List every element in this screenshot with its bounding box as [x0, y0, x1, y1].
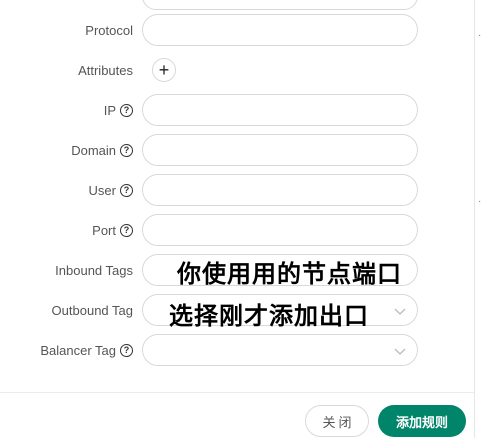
previous-field-input[interactable] [142, 0, 418, 10]
balancer-tag-row: Balancer Tag? [0, 334, 474, 366]
modal-footer: 关闭 添加规则 [0, 392, 474, 438]
question-circle-icon[interactable]: ? [120, 143, 133, 157]
domain-label: Domain? [71, 134, 133, 166]
ip-input[interactable] [142, 94, 418, 126]
ip-row: IP? [0, 94, 474, 126]
rule-form: Protocol Attributes + IP? Domain? User? … [0, 0, 474, 392]
protocol-row: Protocol [0, 14, 474, 46]
port-label: Port? [92, 214, 133, 246]
attributes-row: Attributes + [0, 54, 474, 86]
chevron-down-icon [394, 348, 406, 355]
background-text-fragment: · [478, 30, 482, 41]
balancer-tag-label: Balancer Tag? [40, 334, 133, 366]
background-text-fragment: · [478, 196, 482, 207]
ip-label: IP? [104, 94, 133, 126]
port-input[interactable] [142, 214, 418, 246]
question-circle-icon[interactable]: ? [120, 223, 133, 237]
close-button[interactable]: 关闭 [305, 405, 369, 437]
user-row: User? [0, 174, 474, 206]
inbound-tags-label: Inbound Tags [55, 262, 133, 278]
background-page-edge: · · [474, 0, 485, 438]
inbound-annotation: 你使用用的节点端口 [177, 260, 402, 288]
plus-icon: + [158, 60, 170, 80]
balancer-tag-select[interactable] [142, 334, 418, 366]
outbound-tag-label: Outbound Tag [51, 302, 133, 318]
attributes-label: Attributes [78, 62, 133, 78]
domain-input[interactable] [142, 134, 418, 166]
user-input[interactable] [142, 174, 418, 206]
question-circle-icon[interactable]: ? [120, 183, 133, 197]
add-rule-button[interactable]: 添加规则 [378, 405, 466, 437]
outbound-annotation: 选择刚才添加出口 [169, 302, 369, 330]
protocol-label: Protocol [85, 22, 133, 38]
protocol-input[interactable] [142, 14, 418, 46]
domain-row: Domain? [0, 134, 474, 166]
user-label: User? [89, 174, 133, 206]
chevron-down-icon [394, 308, 406, 315]
question-circle-icon[interactable]: ? [120, 343, 133, 357]
port-row: Port? [0, 214, 474, 246]
add-attribute-button[interactable]: + [152, 58, 176, 82]
question-circle-icon[interactable]: ? [120, 103, 133, 117]
